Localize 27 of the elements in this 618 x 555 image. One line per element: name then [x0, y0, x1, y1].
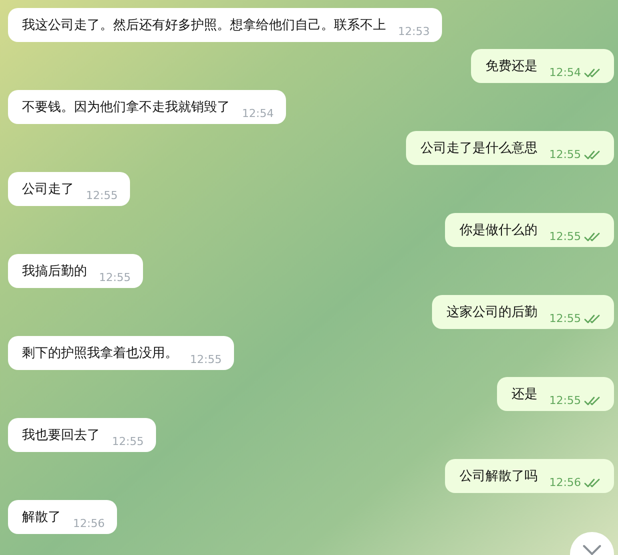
message-time: 12:55 [549, 394, 581, 408]
message-text: 公司解散了吗 [459, 468, 538, 486]
message-text: 我也要回去了 [22, 427, 100, 445]
message-text: 剩下的护照我拿着也没用。 [22, 345, 178, 363]
message-time: 12:55 [549, 230, 581, 244]
message-time: 12:55 [549, 148, 581, 162]
message-text: 解散了 [22, 509, 61, 527]
message-time: 12:56 [549, 476, 581, 490]
message-time: 12:55 [549, 312, 581, 326]
message-text: 免费还是 [485, 58, 538, 76]
message-text: 公司走了 [22, 181, 74, 199]
message-time: 12:56 [73, 517, 105, 531]
chevron-down-icon [582, 544, 602, 555]
message-text: 不要钱。因为他们拿不走我就销毁了 [22, 99, 230, 117]
message-time: 12:54 [242, 107, 274, 121]
message-time: 12:55 [86, 189, 118, 203]
message-time: 12:53 [398, 25, 430, 39]
message-time: 12:55 [190, 353, 222, 367]
message-text: 我搞后勤的 [22, 263, 87, 281]
message-text: 这家公司的后勤 [446, 304, 538, 322]
message-time: 12:54 [549, 66, 581, 80]
message-time: 12:55 [112, 435, 144, 449]
message-text: 还是 [511, 386, 538, 404]
message-text: 我这公司走了。然后还有好多护照。想拿给他们自己。联系不上 [22, 17, 386, 35]
message-time: 12:55 [99, 271, 131, 285]
message-text: 公司走了是什么意思 [420, 140, 538, 158]
message-text: 你是做什么的 [459, 222, 538, 240]
